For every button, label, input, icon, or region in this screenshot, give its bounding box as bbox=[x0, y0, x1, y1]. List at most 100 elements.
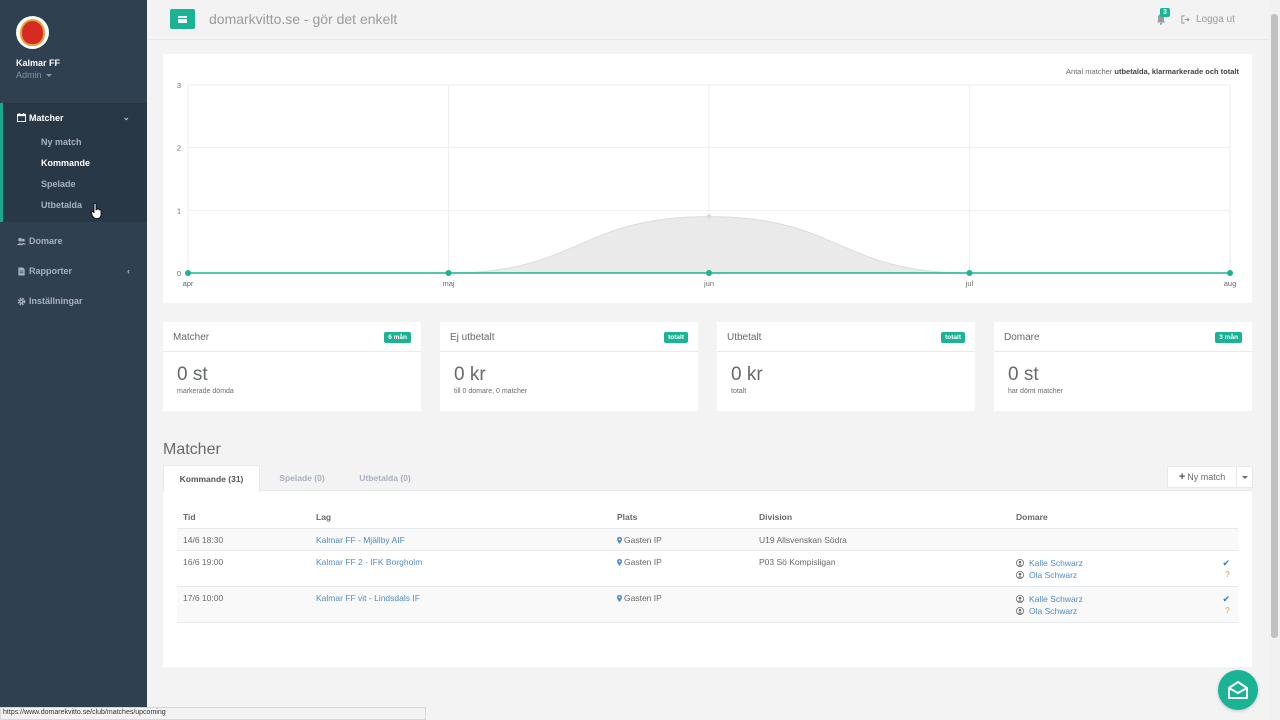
sidebar-item-installningar[interactable]: Inställningar bbox=[0, 286, 147, 316]
venue[interactable] bbox=[617, 535, 624, 545]
caret-down-icon bbox=[1241, 475, 1248, 479]
referee[interactable]: Kalle Schwarz bbox=[1016, 557, 1200, 569]
sidebar-subitem-kommande[interactable]: Kommande bbox=[3, 153, 147, 174]
envelope-open-icon bbox=[1228, 681, 1248, 699]
stat-badge: totalt bbox=[941, 332, 965, 343]
series-area bbox=[188, 216, 1230, 273]
map-marker-icon bbox=[617, 536, 622, 544]
data-point bbox=[966, 270, 973, 276]
page-scrollbar[interactable] bbox=[1269, 0, 1280, 720]
x-tick-label: jun bbox=[703, 279, 714, 288]
plus-icon: + bbox=[1178, 471, 1186, 483]
users-icon bbox=[17, 237, 26, 246]
column-header-tid[interactable]: Tid bbox=[177, 507, 310, 529]
matches-chart-panel: Antal matcher utbetalda, klarmarkerade o… bbox=[163, 54, 1252, 303]
column-header-division[interactable]: Division bbox=[753, 507, 1010, 529]
tab-spelade[interactable]: Spelade (0) bbox=[263, 465, 341, 491]
map-marker-icon bbox=[617, 558, 622, 566]
referees: Kalle Schwarz Ola Schwarz bbox=[1010, 550, 1200, 587]
tab-kommande[interactable]: Kommande (31) bbox=[163, 465, 260, 492]
stat-box-ej-utbetalt: Ej utbetalt totalt 0 kr till 0 domare, 0 … bbox=[440, 322, 698, 411]
data-point bbox=[185, 270, 191, 276]
new-match-button-group: + Ny match bbox=[1167, 466, 1253, 488]
sidebar-item-domare[interactable]: Domare bbox=[0, 226, 147, 256]
matches-panel: Kommande (31) Spelade (0) Utbetalda (0) … bbox=[163, 465, 1253, 667]
x-tick-label: maj bbox=[442, 279, 454, 288]
message-fab-button[interactable] bbox=[1218, 670, 1258, 710]
role-dropdown[interactable]: Admin bbox=[16, 70, 147, 80]
venue[interactable] bbox=[617, 557, 624, 567]
section-title: Matcher bbox=[163, 441, 221, 458]
referee[interactable]: Kalle Schwarz bbox=[1016, 593, 1200, 605]
stat-badge: 3 mån bbox=[1215, 332, 1242, 343]
column-header-lag[interactable]: Lag bbox=[310, 507, 611, 529]
stat-badge: totalt bbox=[664, 332, 688, 343]
referee-link[interactable]: Kalle Schwarz bbox=[1029, 558, 1083, 568]
user-circle-icon bbox=[1016, 558, 1024, 567]
matches-table: Tid Lag Plats Division Domare 14/6 18:30… bbox=[177, 507, 1238, 623]
calendar-icon bbox=[17, 113, 26, 122]
stat-box-matcher: Matcher 6 mån 0 st markerade dömda bbox=[163, 322, 421, 411]
club-name: Kalmar FF bbox=[16, 58, 61, 68]
sidebar-subitem-utbetalda[interactable]: Utbetalda bbox=[3, 195, 147, 216]
sidebar-subitem-spelade[interactable]: Spelade bbox=[3, 174, 147, 195]
status-cell: ✔ ? bbox=[1200, 586, 1238, 623]
stat-label: Matcher bbox=[173, 332, 210, 343]
stat-value: 0 st bbox=[177, 364, 208, 385]
top-navbar: domarkvitto.se - gör det enkelt 3 Logga … bbox=[147, 0, 1269, 40]
sidebar-subitem-ny-match[interactable]: Ny match bbox=[3, 132, 147, 153]
match-teams-link[interactable]: Kalmar FF 2 - IFK Borgholm bbox=[316, 557, 422, 567]
y-tick-label: 0 bbox=[177, 269, 181, 278]
y-tick-label: 2 bbox=[177, 144, 181, 153]
map-marker-icon bbox=[617, 594, 622, 602]
referee-link[interactable]: Ola Schwarz bbox=[1029, 570, 1077, 580]
tab-utbetalda[interactable]: Utbetalda (0) bbox=[343, 465, 427, 491]
scrollbar-thumb[interactable] bbox=[1271, 14, 1278, 638]
status-cell bbox=[1200, 528, 1238, 551]
referees bbox=[1010, 528, 1200, 551]
check-icon: ✔ bbox=[1222, 557, 1230, 568]
menu-toggle-button[interactable] bbox=[170, 9, 195, 29]
referee[interactable]: Ola Schwarz bbox=[1016, 569, 1200, 581]
x-tick-label: jul bbox=[965, 279, 974, 288]
column-header-domare[interactable]: Domare bbox=[1010, 507, 1200, 529]
notification-badge: 3 bbox=[1160, 8, 1170, 17]
sidebar: Kalmar FF Admin Matcher ⌄ Ny match Komma… bbox=[0, 0, 147, 720]
stat-label: Ej utbetalt bbox=[450, 332, 495, 343]
profile: Kalmar FF Admin bbox=[0, 0, 147, 103]
new-match-dropdown-toggle[interactable] bbox=[1236, 467, 1252, 487]
match-time: 17/6 10:00 bbox=[177, 586, 310, 623]
club-logo[interactable] bbox=[16, 16, 49, 49]
logout-label: Logga ut bbox=[1196, 14, 1235, 25]
check-icon: ✔ bbox=[1222, 593, 1230, 604]
venue-name: Gasten IP bbox=[624, 534, 662, 545]
referee-link[interactable]: Ola Schwarz bbox=[1029, 606, 1077, 616]
referee[interactable]: Ola Schwarz bbox=[1016, 605, 1200, 617]
match-teams-link[interactable]: Kalmar FF vit - Lindsdals IF bbox=[316, 593, 420, 603]
logout-link[interactable]: Logga ut bbox=[1181, 14, 1235, 25]
matches-tabs: Kommande (31) Spelade (0) Utbetalda (0) … bbox=[163, 465, 1253, 492]
match-time: 16/6 19:00 bbox=[177, 550, 310, 587]
table-row[interactable]: 16/6 19:00 Kalmar FF 2 - IFK Borgholm Ga… bbox=[177, 550, 1238, 587]
table-row[interactable]: 17/6 10:00 Kalmar FF vit - Lindsdals IF … bbox=[177, 586, 1238, 623]
chevron-left-icon: ‹ bbox=[127, 266, 130, 276]
sidebar-item-rapporter[interactable]: Rapporter ‹ bbox=[0, 256, 147, 286]
user-circle-icon bbox=[1016, 606, 1024, 615]
data-point bbox=[1227, 270, 1233, 276]
venue[interactable] bbox=[617, 593, 624, 603]
stat-badge: 6 mån bbox=[384, 332, 411, 343]
sign-out-icon bbox=[1181, 15, 1190, 24]
sidebar-item-matcher[interactable]: Matcher ⌄ bbox=[3, 103, 147, 132]
match-teams-link[interactable]: Kalmar FF - Mjällby AIF bbox=[316, 535, 405, 545]
referee-link[interactable]: Kalle Schwarz bbox=[1029, 594, 1083, 604]
division: P03 Sö Kompisligan bbox=[753, 550, 1010, 587]
match-time: 14/6 18:30 bbox=[177, 528, 310, 551]
new-match-button[interactable]: + Ny match bbox=[1168, 467, 1236, 487]
gear-icon bbox=[17, 297, 26, 306]
column-header-status bbox=[1200, 507, 1238, 529]
column-header-plats[interactable]: Plats bbox=[611, 507, 753, 529]
y-tick-label: 3 bbox=[177, 81, 181, 90]
caret-down-icon bbox=[46, 74, 53, 78]
table-row[interactable]: 14/6 18:30 Kalmar FF - Mjällby AIF Gaste… bbox=[177, 528, 1238, 551]
user-circle-icon bbox=[1016, 570, 1024, 579]
